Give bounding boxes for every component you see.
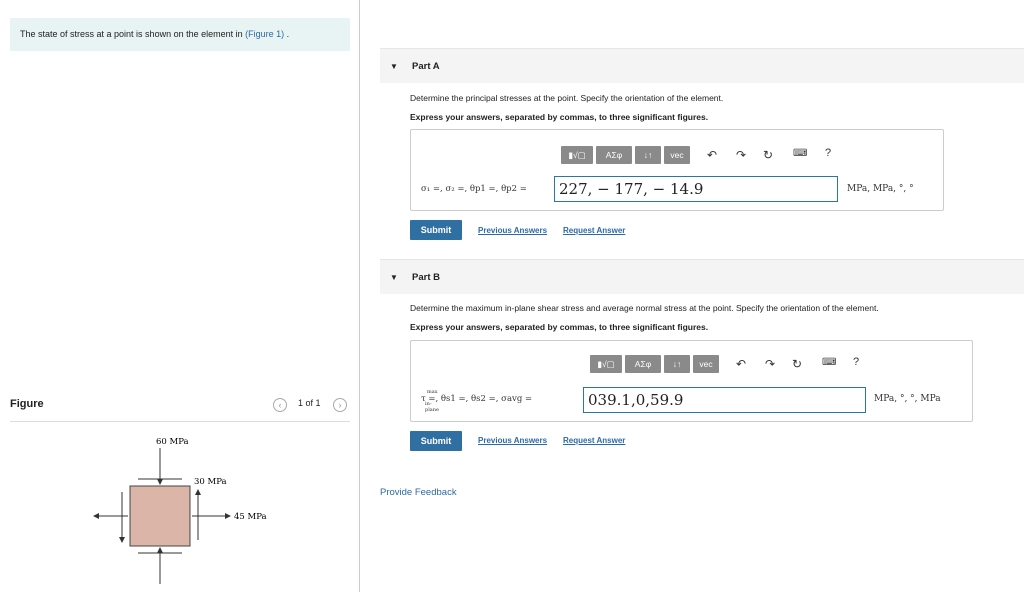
collapse-triangle-icon[interactable]: ▼: [390, 62, 398, 71]
tau-sub: in-plane: [425, 401, 439, 413]
problem-suffix: .: [284, 29, 290, 39]
collapse-triangle-icon[interactable]: ▼: [390, 273, 398, 282]
provide-feedback-link[interactable]: Provide Feedback: [380, 487, 457, 498]
stress-label-top: 60 MPa: [156, 437, 189, 447]
stress-element: [129, 485, 191, 547]
part-b-variables: max in-plane τ =, θs1 =, θs2 =, σavg =: [421, 389, 532, 413]
part-b-previous-answers-link[interactable]: Previous Answers: [478, 436, 547, 445]
part-b-units: MPa, °, °, MPa: [874, 394, 941, 404]
subscript-button[interactable]: ↓↑: [664, 355, 690, 373]
part-a-submit-button[interactable]: Submit: [410, 220, 462, 240]
greek-symbols-button[interactable]: ΑΣφ: [596, 146, 632, 164]
part-b-header[interactable]: ▼ Part B: [380, 259, 1024, 294]
figure-divider: [10, 421, 350, 422]
part-b-instruction: Express your answers, separated by comma…: [410, 322, 709, 332]
part-b-answer-box: ▮√▢ ΑΣφ ↓↑ vec ↶ ↷ ↻ ⌨ ? max in-plane τ …: [410, 340, 973, 422]
help-icon[interactable]: ?: [825, 147, 831, 159]
figure-label: Figure: [10, 398, 44, 410]
part-a-units: MPa, MPa, °, °: [847, 184, 914, 194]
problem-statement: The state of stress at a point is shown …: [10, 18, 350, 51]
part-b-answer-input[interactable]: 039.1,0,59.9: [583, 387, 866, 413]
part-a-instruction: Express your answers, separated by comma…: [410, 112, 709, 122]
help-icon[interactable]: ?: [853, 356, 859, 368]
part-b-submit-button[interactable]: Submit: [410, 431, 462, 451]
problem-text: The state of stress at a point is shown …: [20, 29, 246, 39]
undo-icon[interactable]: ↶: [707, 148, 717, 162]
part-a-question: Determine the principal stresses at the …: [410, 93, 724, 103]
chevron-right-icon[interactable]: ›: [333, 398, 347, 412]
greek-symbols-button[interactable]: ΑΣφ: [625, 355, 661, 373]
part-a-answer-box: ▮√▢ ΑΣφ ↓↑ vec ↶ ↷ ↻ ⌨ ? σ₁ =, σ₂ =, θp1…: [410, 129, 944, 211]
part-a-previous-answers-link[interactable]: Previous Answers: [478, 226, 547, 235]
stress-label-shear: 30 MPa: [194, 477, 227, 487]
subscript-button[interactable]: ↓↑: [635, 146, 661, 164]
part-b-title: Part B: [412, 272, 440, 283]
undo-icon[interactable]: ↶: [736, 357, 746, 371]
figure-pager: 1 of 1: [298, 398, 321, 408]
part-b-question: Determine the maximum in-plane shear str…: [410, 303, 879, 313]
chevron-left-icon[interactable]: ‹: [273, 398, 287, 412]
redo-icon[interactable]: ↷: [736, 148, 746, 162]
figure-link[interactable]: (Figure 1): [245, 29, 284, 39]
tau-sup: max: [427, 389, 438, 395]
vector-button[interactable]: vec: [693, 355, 719, 373]
part-b-request-answer-link[interactable]: Request Answer: [563, 436, 625, 445]
redo-icon[interactable]: ↷: [765, 357, 775, 371]
panel-divider: [359, 0, 360, 592]
keyboard-icon[interactable]: ⌨: [822, 357, 836, 368]
vector-button[interactable]: vec: [664, 146, 690, 164]
part-a-answer-input[interactable]: 227, − 177, − 14.9: [554, 176, 838, 202]
part-a-request-answer-link[interactable]: Request Answer: [563, 226, 625, 235]
templates-button[interactable]: ▮√▢: [561, 146, 593, 164]
part-a-variables: σ₁ =, σ₂ =, θp1 =, θp2 =: [421, 184, 527, 194]
templates-button[interactable]: ▮√▢: [590, 355, 622, 373]
reset-icon[interactable]: ↻: [763, 148, 773, 162]
keyboard-icon[interactable]: ⌨: [793, 148, 807, 159]
part-a-header[interactable]: ▼ Part A: [380, 48, 1024, 83]
stress-label-side: 45 MPa: [234, 512, 267, 522]
reset-icon[interactable]: ↻: [792, 357, 802, 371]
stress-element-figure: 60 MPa 30 MPa 45 MPa: [93, 437, 267, 584]
part-a-title: Part A: [412, 61, 440, 72]
